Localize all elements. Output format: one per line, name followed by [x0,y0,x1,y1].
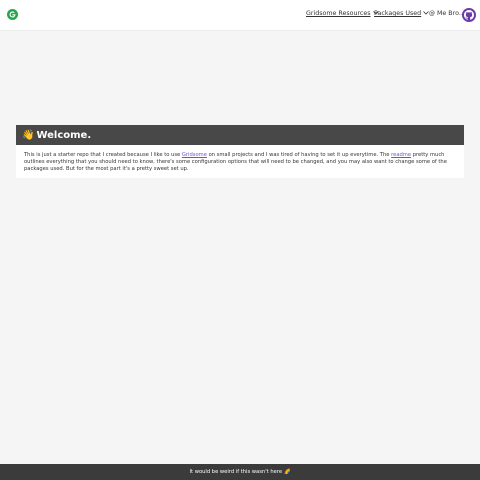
at-icon: @ [429,10,435,17]
welcome-card-body: This is just a starter repo that I creat… [16,145,464,178]
nav-packages-used[interactable]: Packages Used [374,10,429,17]
rainbow-icon: 🌈 [284,469,291,475]
gridsome-link[interactable]: Gridsome [182,152,207,158]
nav-gridsome-resources-label: Gridsome Resources [306,10,371,17]
nav-me-bro[interactable]: @ Me Bro.. [429,10,463,17]
nav-gridsome-resources[interactable]: Gridsome Resources [306,10,379,17]
site-header: Gridsome Resources Packages Used @ Me Br… [0,0,480,31]
nav-packages-used-label: Packages Used [374,10,422,17]
intro-text-1: This is just a starter repo that I creat… [24,152,182,158]
intro-text-2: on small projects and I was tired of hav… [206,152,392,158]
welcome-card-header: 👋 Welcome. [16,125,464,145]
readme-link[interactable]: readme [391,152,411,158]
site-footer: It would be weird if this wasn't here 🌈 [0,464,480,480]
footer-text: It would be weird if this wasn't here [189,469,283,475]
waving-hand-icon: 👋 [22,129,35,141]
welcome-title: Welcome. [36,129,92,141]
gridsome-logo-icon[interactable] [7,9,18,20]
github-icon[interactable] [462,8,476,22]
nav-me-bro-label: Me Bro.. [437,10,463,17]
